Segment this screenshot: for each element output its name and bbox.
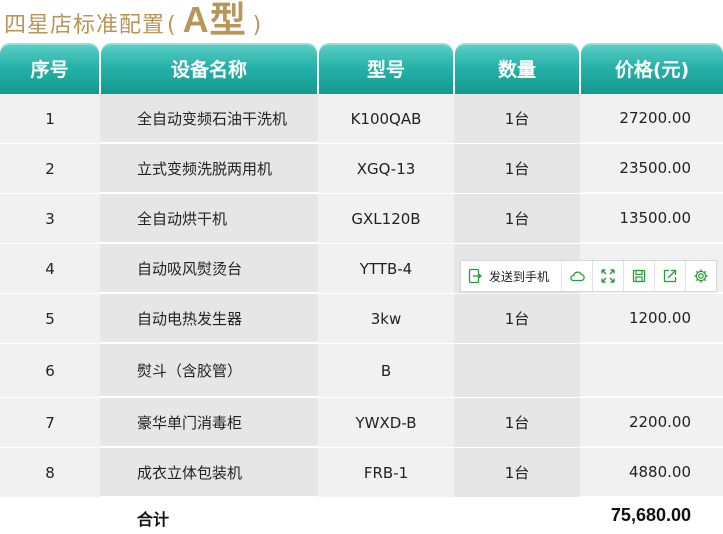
row-name: 全自动变频石油干洗机 — [100, 94, 318, 143]
total-label: 合计 — [137, 510, 170, 529]
header-price: 价格(元) — [581, 43, 723, 94]
table-row: 7 豪华单门消毒柜 YWXD-B 1台 2200.00 — [0, 398, 723, 448]
table-row: 3 全自动烘干机 GXL120B 1台 13500.00 — [0, 194, 723, 244]
header-qty: 数量 — [455, 43, 579, 94]
row-price: 2200.00 — [580, 398, 723, 447]
table-header: 序号 设备名称 型号 数量 价格(元) — [0, 43, 723, 94]
cloud-button[interactable] — [561, 261, 592, 291]
row-price: 1200.00 — [580, 294, 723, 343]
total-value: 75,680.00 — [610, 505, 691, 525]
row-qty: 1台 — [454, 448, 580, 498]
row-no: 3 — [0, 194, 100, 244]
row-model: 3kw — [318, 294, 454, 344]
table-row: 8 成衣立体包装机 FRB-1 1台 4880.00 — [0, 448, 723, 498]
header-model: 型号 — [319, 43, 453, 94]
table-row: 5 自动电热发生器 3kw 1台 1200.00 — [0, 294, 723, 344]
row-name: 立式变频洗脱两用机 — [100, 144, 318, 193]
total-row: 合计 75,680.00 — [0, 500, 723, 534]
row-model: GXL120B — [318, 194, 454, 244]
save-button[interactable] — [623, 261, 654, 291]
row-model: XGQ-13 — [318, 144, 454, 194]
row-model: YWXD-B — [318, 398, 454, 448]
title-close-paren: ) — [252, 13, 263, 38]
row-model: K100QAB — [318, 94, 454, 144]
row-qty: 1台 — [454, 194, 580, 244]
row-qty — [454, 344, 580, 398]
title-prefix: 四星店标准配置 — [4, 13, 166, 38]
row-no: 6 — [0, 344, 100, 398]
page-title: 四星店标准配置 ( A型 ) — [4, 0, 264, 40]
header-name: 设备名称 — [101, 43, 317, 94]
row-model: B — [318, 344, 454, 398]
title-model: A型 — [182, 0, 247, 40]
table-row: 6 熨斗（含胶管） B — [0, 344, 723, 398]
settings-button[interactable] — [685, 261, 716, 291]
row-name: 自动电热发生器 — [100, 294, 318, 343]
header-no: 序号 — [0, 43, 99, 94]
row-no: 7 — [0, 398, 100, 448]
row-price: 13500.00 — [580, 194, 723, 243]
row-qty: 1台 — [454, 294, 580, 344]
row-price: 4880.00 — [580, 448, 723, 497]
cloud-icon — [570, 271, 585, 282]
row-no: 1 — [0, 94, 100, 144]
row-no: 8 — [0, 448, 100, 498]
share-icon — [663, 269, 677, 283]
table-row: 2 立式变频洗脱两用机 XGQ-13 1台 23500.00 — [0, 144, 723, 194]
expand-icon — [601, 269, 615, 283]
row-model: YTTB-4 — [318, 244, 454, 294]
table-body: 1 全自动变频石油干洗机 K100QAB 1台 27200.00 2 立式变频洗… — [0, 94, 723, 498]
row-price: 23500.00 — [580, 144, 723, 193]
share-button[interactable] — [654, 261, 685, 291]
expand-button[interactable] — [592, 261, 623, 291]
send-to-phone-button[interactable]: 发送到手机 — [461, 261, 561, 291]
save-icon — [632, 269, 646, 283]
row-no: 5 — [0, 294, 100, 344]
send-to-phone-label: 发送到手机 — [489, 269, 550, 284]
row-name: 熨斗（含胶管） — [100, 344, 318, 397]
row-name: 豪华单门消毒柜 — [100, 398, 318, 447]
settings-icon — [694, 269, 708, 283]
row-name: 成衣立体包装机 — [100, 448, 318, 497]
row-model: FRB-1 — [318, 448, 454, 498]
row-no: 2 — [0, 144, 100, 194]
row-qty: 1台 — [454, 398, 580, 448]
send-to-phone-icon — [468, 268, 483, 284]
row-name: 自动吸风熨烫台 — [100, 244, 318, 293]
row-price — [580, 344, 723, 397]
row-qty: 1台 — [454, 144, 580, 194]
row-name: 全自动烘干机 — [100, 194, 318, 243]
table-row: 1 全自动变频石油干洗机 K100QAB 1台 27200.00 — [0, 94, 723, 144]
row-price: 27200.00 — [580, 94, 723, 143]
row-qty: 1台 — [454, 94, 580, 144]
image-toolbar: 发送到手机 — [460, 260, 717, 292]
row-no: 4 — [0, 244, 100, 294]
title-open-paren: ( — [167, 13, 177, 38]
